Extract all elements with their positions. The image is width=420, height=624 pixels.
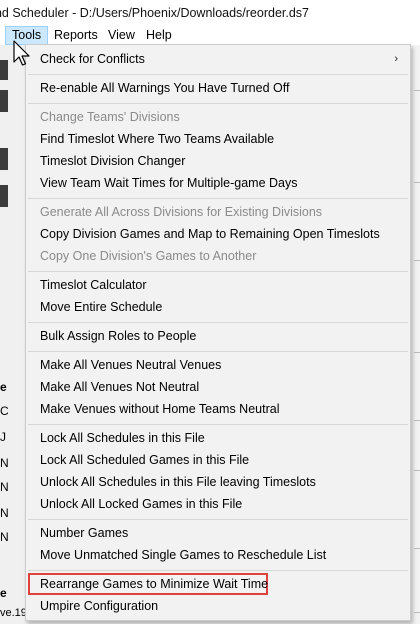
menu-item-umpire-configuration[interactable]: Umpire Configuration	[40, 595, 158, 617]
menu-item-move-entire-schedule[interactable]: Move Entire Schedule	[40, 296, 162, 318]
menu-separator	[28, 322, 408, 323]
menu-item-unlock-schedules-leaving-timeslots[interactable]: Unlock All Schedules in this File leavin…	[40, 471, 316, 493]
background-dark-strip	[0, 185, 8, 207]
menu-item-label: Check for Conflicts	[40, 52, 145, 66]
menu-item-number-games[interactable]: Number Games	[40, 522, 128, 544]
background-divider	[414, 90, 420, 91]
menu-item-bulk-assign-roles[interactable]: Bulk Assign Roles to People	[40, 325, 196, 347]
menu-bar: Tools Reports View Help	[0, 26, 420, 45]
menu-item-venues-not-neutral[interactable]: Make All Venues Not Neutral	[40, 376, 199, 398]
background-text-fragment: e	[0, 586, 7, 600]
menu-view[interactable]: View	[102, 26, 141, 45]
menu-item-lock-all-schedules[interactable]: Lock All Schedules in this File	[40, 427, 205, 449]
menu-help[interactable]: Help	[140, 26, 178, 45]
menu-item-reenable-warnings[interactable]: Re-enable All Warnings You Have Turned O…	[40, 77, 289, 99]
menu-item-find-timeslot[interactable]: Find Timeslot Where Two Teams Available	[40, 128, 274, 150]
background-divider	[414, 352, 420, 353]
menu-separator	[28, 519, 408, 520]
background-divider	[414, 470, 420, 471]
menu-separator	[28, 271, 408, 272]
menu-item-venues-neutral[interactable]: Make All Venues Neutral Venues	[40, 354, 221, 376]
mouse-cursor-icon	[13, 40, 30, 66]
background-text-fragment: N	[0, 506, 8, 520]
background-text-fragment: C	[0, 404, 8, 418]
background-text-fragment: e	[0, 380, 7, 394]
background-dark-strip	[0, 148, 8, 170]
menu-separator	[28, 570, 408, 571]
background-divider	[414, 548, 420, 549]
menu-item-copy-division-games[interactable]: Copy Division Games and Map to Remaining…	[40, 223, 380, 245]
menu-item-copy-division-to-another: Copy One Division's Games to Another	[40, 249, 257, 263]
background-right-column	[411, 45, 420, 624]
menu-separator	[28, 103, 408, 104]
window-title: ond Scheduler - D:/Users/Phoenix/Downloa…	[0, 6, 310, 20]
background-dark-strip	[0, 60, 8, 80]
menu-item-unlock-locked-games[interactable]: Unlock All Locked Games in this File	[40, 493, 242, 515]
menu-item-timeslot-calculator[interactable]: Timeslot Calculator	[40, 274, 147, 296]
background-text-fragment: J	[0, 430, 6, 444]
menu-item-venues-without-home-neutral[interactable]: Make Venues without Home Teams Neutral	[40, 398, 279, 420]
menu-item-view-team-wait-times[interactable]: View Team Wait Times for Multiple-game D…	[40, 172, 298, 194]
menu-item-lock-scheduled-games[interactable]: Lock All Scheduled Games in this File	[40, 449, 249, 471]
menu-item-generate-all-across: Generate All Across Divisions for Existi…	[40, 205, 323, 219]
background-dark-strip	[0, 90, 8, 112]
tools-menu: Check for Conflicts › Re-enable All Warn…	[25, 44, 411, 621]
background-divider	[414, 260, 420, 261]
menu-separator	[28, 198, 408, 199]
title-bar: ond Scheduler - D:/Users/Phoenix/Downloa…	[0, 0, 420, 26]
background-divider	[414, 182, 420, 183]
menu-item-rearrange-games[interactable]: Rearrange Games to Minimize Wait Time	[40, 573, 268, 595]
background-divider	[414, 420, 420, 421]
menu-item-timeslot-division-changer[interactable]: Timeslot Division Changer	[40, 150, 185, 172]
menu-separator	[28, 424, 408, 425]
menu-item-check-for-conflicts[interactable]: Check for Conflicts ›	[40, 48, 404, 70]
menu-item-move-unmatched-games[interactable]: Move Unmatched Single Games to Reschedul…	[40, 544, 326, 566]
menu-separator	[28, 351, 408, 352]
background-text-fragment: N	[0, 480, 8, 494]
background-text-fragment: N	[0, 456, 8, 470]
menu-item-change-teams-divisions: Change Teams' Divisions	[40, 110, 180, 124]
submenu-arrow-icon: ›	[394, 53, 398, 65]
background-divider	[414, 612, 420, 613]
background-text-fragment: N	[0, 530, 8, 544]
menu-reports[interactable]: Reports	[48, 26, 104, 45]
menu-separator	[28, 74, 408, 75]
